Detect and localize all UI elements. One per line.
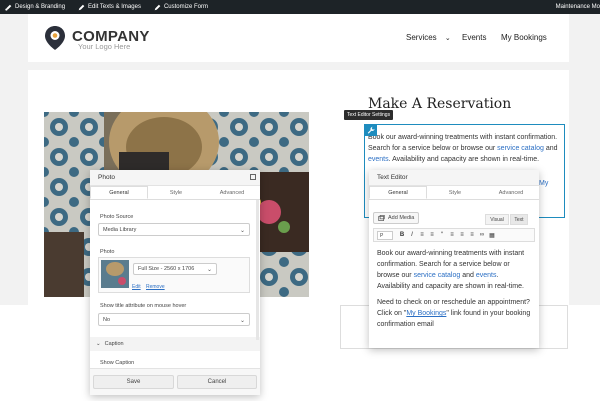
bullet-list-icon[interactable]: ≡ (418, 232, 426, 238)
photo-settings-panel: Photo General Style Advanced Photo Sourc… (90, 170, 260, 395)
photo-source-label: Photo Source (100, 214, 134, 220)
image-size-select[interactable]: Full Size - 2560 x 1706 ⌄ (133, 263, 217, 275)
module-settings-button[interactable] (364, 124, 377, 136)
maximize-icon[interactable] (250, 174, 256, 180)
bold-icon[interactable]: B (398, 232, 406, 238)
nav-item-events[interactable]: Events (462, 33, 486, 42)
tab-general[interactable]: General (369, 186, 427, 199)
add-media-label: Add Media (388, 215, 415, 221)
chevron-down-icon: ⌄ (206, 267, 212, 273)
intro-paragraph: Book our award-winning treatments with i… (368, 134, 558, 163)
panel-tabs: General Style Advanced (90, 186, 260, 200)
nav-item-services[interactable]: Services ⌄ (406, 33, 451, 42)
editor-toolbar: P B I ≡ ≡ “ ≡ ≡ ≡ ∞ ▦ (373, 228, 535, 242)
admin-bar-item-form[interactable]: Customize Form (154, 4, 208, 11)
cancel-button[interactable]: Cancel (177, 375, 257, 389)
caption-section-label: Caption (104, 341, 124, 347)
events-link[interactable]: events (368, 156, 389, 163)
format-select[interactable]: P (377, 230, 393, 240)
thumbnail-image (101, 260, 129, 288)
chevron-down-icon: ⌄ (239, 228, 245, 234)
admin-bar-item-design[interactable]: Design & Branding (5, 4, 65, 11)
align-right-icon[interactable]: ≡ (468, 232, 476, 238)
maintenance-label: Maintenance Mo (555, 4, 600, 10)
editor-content[interactable]: Book our award-winning treatments with i… (377, 248, 531, 330)
panel-tabs: General Style Advanced (369, 186, 539, 200)
tab-advanced[interactable]: Advanced (204, 186, 260, 199)
site-header: COMPANY Your Logo Here Services ⌄ Events… (28, 14, 569, 62)
admin-bar-label: Customize Form (163, 4, 208, 10)
brush-icon (5, 4, 12, 11)
text-editor-panel: Text Editor General Style Advanced Add M… (369, 170, 539, 348)
chevron-down-icon: ⌄ (239, 318, 245, 324)
admin-bar: Design & Branding Edit Texts & Images Cu… (0, 0, 600, 14)
save-button[interactable]: Save (93, 375, 174, 389)
media-icon (378, 214, 385, 221)
logo-subtitle: Your Logo Here (78, 42, 131, 51)
chevron-down-icon: ⌄ (96, 341, 101, 347)
nav-item-my-bookings[interactable]: My Bookings (501, 33, 547, 42)
panel-scrollbar[interactable] (256, 200, 259, 340)
remove-photo-link[interactable]: Remove (146, 284, 165, 290)
admin-bar-label: Edit Texts & Images (88, 4, 141, 10)
admin-bar-item-texts[interactable]: Edit Texts & Images (78, 4, 141, 11)
editor-paragraph: Need to check on or reschedule an appoin… (377, 299, 531, 328)
title-attr-label: Show title attribute on mouse hover (100, 303, 187, 309)
logo-icon (45, 26, 65, 50)
admin-bar-label: Design & Branding (15, 4, 66, 10)
blockquote-icon[interactable]: “ (438, 232, 446, 238)
photo-field-box: Full Size - 2560 x 1706 ⌄ Edit Remove (98, 257, 250, 293)
title-attr-select[interactable]: No ⌄ (98, 313, 250, 326)
maintenance-mode-item[interactable]: Maintenance Mo (556, 0, 600, 14)
panel-title: Photo (98, 174, 115, 181)
service-catalog-link[interactable]: service catalog (414, 272, 461, 279)
text-mode-tab[interactable]: Text (510, 214, 528, 225)
photo-source-value: Media Library (103, 226, 137, 233)
toolbar-toggle-icon[interactable]: ▦ (488, 232, 496, 239)
title-attr-value: No (103, 316, 111, 323)
my-bookings-link[interactable]: My Bookings (406, 310, 446, 317)
tab-advanced[interactable]: Advanced (483, 186, 539, 199)
tab-style[interactable]: Style (427, 186, 483, 199)
pencil-icon (78, 4, 85, 10)
link-icon[interactable]: ∞ (478, 232, 486, 238)
visual-mode-tab[interactable]: Visual (485, 214, 509, 225)
editor-paragraph: Book our award-winning treatments with i… (377, 250, 525, 290)
chevron-down-icon: ⌄ (444, 35, 451, 42)
events-link[interactable]: events (476, 272, 497, 279)
photo-label: Photo (100, 249, 115, 255)
nav-label: Services (406, 33, 437, 42)
align-left-icon[interactable]: ≡ (448, 232, 456, 238)
numbered-list-icon[interactable]: ≡ (428, 232, 436, 238)
panel-header[interactable]: Text Editor (369, 170, 539, 186)
photo-source-select[interactable]: Media Library ⌄ (98, 223, 250, 236)
my-bookings-partial-link[interactable]: My (539, 178, 548, 189)
tab-general[interactable]: General (90, 186, 148, 199)
caption-section-toggle[interactable]: ⌄ Caption (90, 337, 260, 351)
image-size-value: Full Size - 2560 x 1706 (138, 266, 195, 272)
pencil-icon (154, 4, 161, 10)
show-caption-label: Show Caption (100, 360, 135, 366)
panel-footer: Save Cancel (90, 368, 260, 395)
align-center-icon[interactable]: ≡ (458, 232, 466, 238)
photo-thumbnail[interactable] (101, 260, 129, 288)
panel-header[interactable]: Photo (90, 170, 260, 186)
add-media-button[interactable]: Add Media (373, 212, 420, 224)
wrench-icon (367, 126, 375, 134)
edit-photo-link[interactable]: Edit (132, 284, 141, 290)
text-editor-settings-tooltip: Text Editor Settings (344, 110, 394, 120)
italic-icon[interactable]: I (408, 232, 416, 238)
panel-title: Text Editor (377, 174, 408, 181)
service-catalog-link[interactable]: service catalog (497, 145, 544, 152)
tab-style[interactable]: Style (148, 186, 204, 199)
